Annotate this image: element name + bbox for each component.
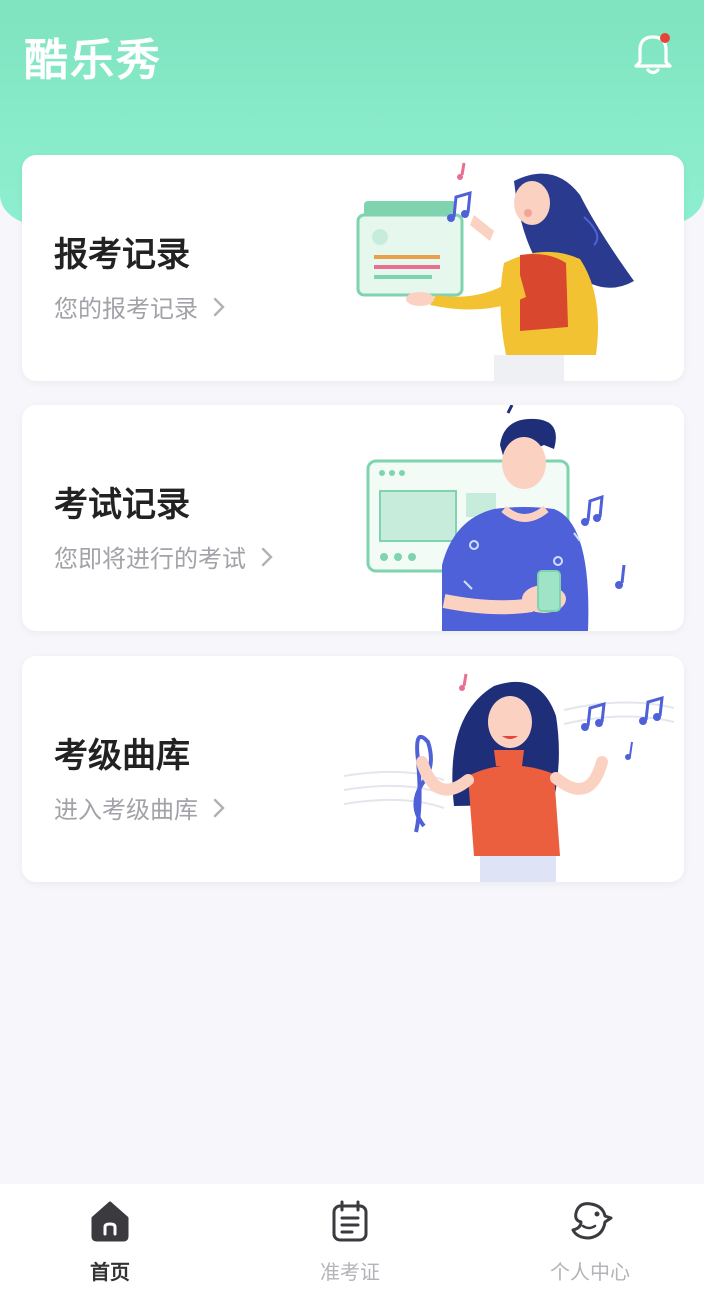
bottom-tab-bar: 首页 准考证 个人中心 bbox=[0, 1184, 704, 1302]
app-title: 酷乐秀 bbox=[24, 35, 162, 86]
home-page: 酷乐秀 报考记录 您的报考记录 考试记录 您即将进行的考试 考级曲库 进入考级曲… bbox=[0, 0, 704, 1302]
singing-woman-illustration bbox=[344, 673, 675, 882]
home-icon bbox=[91, 1201, 129, 1242]
woman-with-folder-illustration bbox=[356, 162, 634, 381]
card-subtitle: 您即将进行的考试 bbox=[54, 545, 246, 573]
card-title: 报考记录 bbox=[54, 235, 190, 275]
tab-home[interactable]: 首页 bbox=[40, 1198, 180, 1285]
chevron-right-icon bbox=[213, 297, 225, 316]
tab-personal-center[interactable]: 个人中心 bbox=[520, 1198, 660, 1285]
notification-bell-icon[interactable] bbox=[630, 28, 676, 78]
tab-label: 准考证 bbox=[320, 1260, 380, 1284]
card-subtitle-link[interactable]: 您的报考记录 bbox=[54, 289, 226, 324]
admission-ticket-icon bbox=[332, 1200, 368, 1242]
card-subtitle: 进入考级曲库 bbox=[54, 796, 198, 824]
notification-dot bbox=[660, 33, 670, 43]
bird-profile-icon bbox=[571, 1202, 613, 1240]
tab-label: 首页 bbox=[90, 1260, 130, 1284]
card-title: 考试记录 bbox=[54, 485, 190, 525]
man-with-phone-illustration bbox=[366, 405, 626, 631]
tab-label: 个人中心 bbox=[550, 1260, 630, 1284]
tab-admission-ticket[interactable]: 准考证 bbox=[280, 1198, 420, 1285]
chevron-right-icon bbox=[213, 798, 225, 817]
card-exam-records[interactable]: 考试记录 您即将进行的考试 bbox=[22, 405, 684, 631]
chevron-right-icon bbox=[261, 547, 273, 566]
card-subtitle: 您的报考记录 bbox=[54, 295, 198, 323]
card-subtitle-link[interactable]: 您即将进行的考试 bbox=[54, 539, 274, 574]
card-title: 考级曲库 bbox=[54, 736, 190, 776]
card-registration-records[interactable]: 报考记录 您的报考记录 bbox=[22, 155, 684, 381]
card-subtitle-link[interactable]: 进入考级曲库 bbox=[54, 790, 226, 825]
card-exam-song-library[interactable]: 考级曲库 进入考级曲库 bbox=[22, 656, 684, 882]
